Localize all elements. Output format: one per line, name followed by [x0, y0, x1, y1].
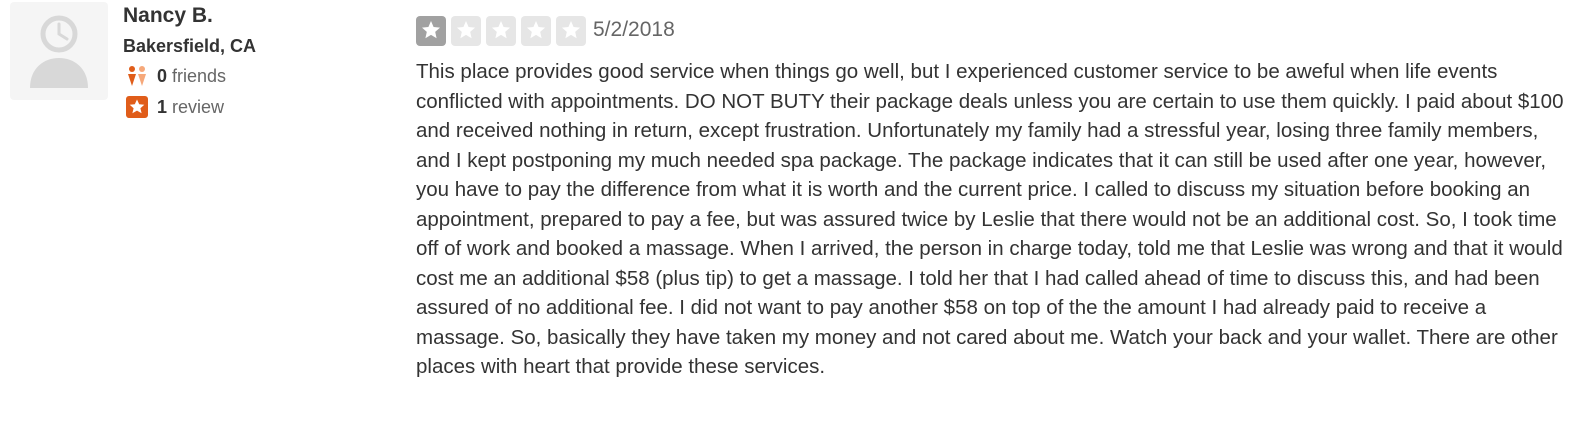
review-item: Nancy B. Bakersfield, CA 0 friends 1 rev…	[0, 0, 1594, 445]
review-date: 5/2/2018	[593, 18, 675, 41]
review-star-icon	[125, 95, 149, 119]
friends-icon	[125, 64, 149, 88]
reviews-count-stat: 1 review	[125, 95, 224, 119]
star-filled-icon	[416, 16, 446, 46]
star-empty-icon	[486, 16, 516, 46]
star-empty-icon	[451, 16, 481, 46]
reviews-count: 1	[157, 96, 168, 117]
star-empty-icon	[521, 16, 551, 46]
star-rating	[416, 16, 591, 46]
star-empty-icon	[556, 16, 586, 46]
avatar[interactable]	[10, 2, 108, 100]
friends-label: friends	[172, 65, 227, 86]
friends-count-stat: 0 friends	[125, 64, 226, 88]
review-text: This place provides good service when th…	[416, 60, 1564, 378]
user-location: Bakersfield, CA	[123, 36, 257, 56]
user-name[interactable]: Nancy B.	[123, 4, 213, 28]
friends-count: 0	[157, 65, 168, 86]
reviews-label: review	[172, 96, 225, 117]
default-avatar-icon	[30, 15, 88, 88]
